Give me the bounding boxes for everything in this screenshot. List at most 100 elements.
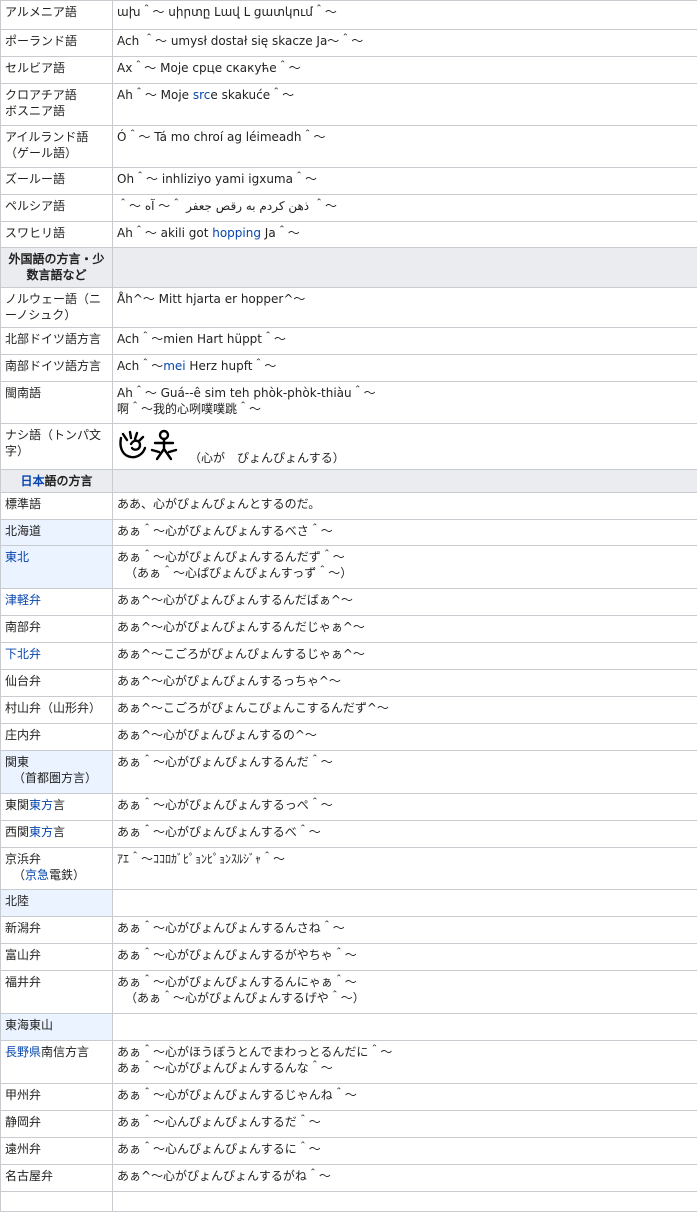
language-cell: 東北 [1,546,113,589]
language-cell: 村山弁（山形弁） [1,697,113,724]
phrase-cell: Ах＾～ Моје срце скакуће＾～ [113,57,697,84]
language-link[interactable]: 東方 [29,798,53,812]
phrase-cell: あぁ＾～心がほうぼうとんでまわっとるんだに＾～あぁ＾～心がぴょんぴょんするんな＾… [113,1041,697,1084]
language-cell: 仙台弁 [1,670,113,697]
language-label: 関東 [5,754,108,770]
phrase-cell: あぁ＾～心がぴょんぴょんするべさ＾～ [113,520,697,546]
phrase-cell: あぁ^～心がぴょんぴょんするっちゃ^～ [113,670,697,697]
phrase-cell: Åh^～ Mitt hjarta er hopper^～ [113,288,697,328]
language-cell: アイルランド語（ゲール語） [1,126,113,168]
table-row: セルビア語 Ах＾～ Моје срце скакуће＾～ [1,57,697,84]
table-row: 閩南語 Ah＾～ Guá--ê sim teh phòk-phòk-thiàu＾… [1,382,697,424]
table-row: アルメニア語 ախ＾～ սիրտը Լավ Լ ցատկում＾～ [1,1,697,30]
language-cell: 遠州弁 [1,1138,113,1165]
phrase-cell: Ah＾～ Guá--ê sim teh phòk-phòk-thiàu＾～啊＾～… [113,382,697,424]
phrase-link[interactable]: mei [163,359,185,373]
table-row: 津軽弁 あぁ^～心がぴょんぴょんするんだばぁ^～ [1,589,697,616]
phrase-cell: あぁ^～心がぴょんぴょんするがね＾～ [113,1165,697,1192]
phrase-cell: あぁ＾～心がぴょんぴょんするんにゃぁ＾～（あぁ＾～心がぴょんぴょんするげや＾～） [113,971,697,1014]
table-row: ズールー語 Oh＾～ inhliziyo yami igxuma＾～ [1,168,697,195]
language-cell: 東海東山 [1,1014,113,1041]
language-label: 言 [53,825,65,839]
section-header-row: 日本語の方言 [1,470,697,493]
phrase-cell: あぁ＾～心んぴょんぴょんするだ＾～ [113,1111,697,1138]
language-cell: 北陸 [1,890,113,917]
section-header: 外国語の方言・少数言語など [1,248,113,288]
phrase-line: （あぁ＾～心がぴょんぴょんするげや＾～） [117,990,694,1006]
table-row: 富山弁 あぁ＾～心がぴょんぴょんするがやちゃ＾～ [1,944,697,971]
phrase-text: Ja＾～ [261,226,300,240]
language-label: 東関 [5,798,29,812]
language-label: クロアチア語 ボスニア語 [5,88,77,118]
language-label: 京浜弁 [5,851,108,867]
language-cell: 津軽弁 [1,589,113,616]
table-row: 村山弁（山形弁） あぁ^～こごろがぴょんこぴょんこするんだず^～ [1,697,697,724]
phrase-text: Ah＾～ Moje [117,88,193,102]
section-header-row: 外国語の方言・少数言語など [1,248,697,288]
phrase-cell: ＾～ ذهن کردم به رقص جعفر ＾～ آه ＾～ [113,195,697,222]
table-row: 新潟弁 あぁ＾～心がぴょんぴょんするんさね＾～ [1,917,697,944]
table-row [1,1192,697,1212]
language-cell: ズールー語 [1,168,113,195]
phrase-cell: あぁ＾～心がぴょんぴょんするがやちゃ＾～ [113,944,697,971]
phrase-cell: あぁ＾～心がぴょんぴょんするっぺ＾～ [113,794,697,821]
table-row: スワヒリ語 Ah＾～ akili got hopping Ja＾～ [1,222,697,248]
table-row: ポーランド語 Ach ＾～ umysł dostał się skacze Ja… [1,30,697,57]
table-row: ノルウェー語（ニーノシュク） Åh^～ Mitt hjarta er hoppe… [1,288,697,328]
phrase-cell: あぁ＾～心んぴょんぴょんするに＾～ [113,1138,697,1165]
language-cell: 静岡弁 [1,1111,113,1138]
phrase-line: 啊＾～我的心咧噗噗跳＾～ [117,401,694,417]
language-cell: クロアチア語 ボスニア語 [1,84,113,126]
phrase-cell: あぁ^～心がぴょんぴょんするんだじゃぁ^～ [113,616,697,643]
language-link[interactable]: 長野県 [5,1045,41,1059]
language-link[interactable]: 東方 [29,825,53,839]
phrase-cell: あぁ＾～心がぴょんぴょんするんさね＾～ [113,917,697,944]
phrase-text: Ach＾～ [117,359,163,373]
phrase-line: あぁ＾～心がぴょんぴょんするんにゃぁ＾～ [117,974,694,990]
table-row: 南部弁 あぁ^～心がぴょんぴょんするんだじゃぁ^～ [1,616,697,643]
language-cell: 富山弁 [1,944,113,971]
language-cell: ポーランド語 [1,30,113,57]
table-row: 北陸 [1,890,697,917]
table-row: クロアチア語 ボスニア語 Ah＾～ Moje srce skakuće＾～ [1,84,697,126]
table-row: 西関東方言 あぁ＾～心がぴょんぴょんするべ＾～ [1,821,697,848]
language-cell: 西関東方言 [1,821,113,848]
section-header-text: 語の方言 [45,474,93,488]
table-row: 東海東山 [1,1014,697,1041]
phrase-cell-empty [113,1192,697,1212]
phrase-cell [113,1014,697,1041]
language-link[interactable]: 東北 [5,550,29,564]
language-label: （首都圏方言） [5,770,108,786]
phrase-line: あぁ＾～心がぴょんぴょんするんだず＾～ [117,549,694,565]
language-link[interactable]: 下北弁 [5,647,41,661]
dongba-caption: （心が ぴょんぴょんする） [189,451,345,465]
phrase-cell: Oh＾～ inhliziyo yami igxuma＾～ [113,168,697,195]
phrase-cell: ｱｴ＾～ｺｺﾛｶﾞﾋﾟｮﾝﾋﾟｮﾝｽﾙｼﾞｬ＾～ [113,848,697,890]
table-row: ナシ語（トンパ文字） （心が ぴょんぴょんする） [1,424,697,470]
language-label: 南信方言 [41,1045,89,1059]
language-sub-label: （京急電鉄） [5,867,108,883]
language-cell: 標準語 [1,493,113,520]
language-cell: 京浜弁（京急電鉄） [1,848,113,890]
phrase-link[interactable]: hopping [212,226,261,240]
table-row: 名古屋弁 あぁ^～心がぴょんぴょんするがね＾～ [1,1165,697,1192]
phrase-text: Ah＾～ akili got [117,226,212,240]
phrase-link[interactable]: src [193,88,211,102]
phrase-text: Herz hupft＾～ [186,359,277,373]
language-link[interactable]: 京急 [25,868,49,882]
phrase-cell [113,890,697,917]
phrase-cell: あぁ＾～心がぴょんぴょんするんだず＾～（あぁ＾～心ぱぴょんぴょんすっず＾～） [113,546,697,589]
language-link[interactable]: 津軽弁 [5,593,41,607]
language-cell: 庄内弁 [1,724,113,751]
section-header-link[interactable]: 日本 [20,474,44,488]
phrase-cell: あぁ^～こごろがぴょんぴょんするじゃぁ^～ [113,643,697,670]
phrase-cell: Ah＾～ akili got hopping Ja＾～ [113,222,697,248]
language-cell: 南部ドイツ語方言 [1,355,113,382]
phrase-cell: Ó＾～ Tá mo chroí ag léimeadh＾～ [113,126,697,168]
phrase-cell: あぁ^～心がぴょんぴょんするんだばぁ^～ [113,589,697,616]
table-row: 仙台弁 あぁ^～心がぴょんぴょんするっちゃ^～ [1,670,697,697]
table-row: アイルランド語（ゲール語） Ó＾～ Tá mo chroí ag léimead… [1,126,697,168]
table-row: 甲州弁 あぁ＾～心がぴょんぴょんするじゃんね＾～ [1,1084,697,1111]
phrase-line: あぁ＾～心がほうぼうとんでまわっとるんだに＾～ [117,1044,694,1060]
language-cell: アルメニア語 [1,1,113,30]
